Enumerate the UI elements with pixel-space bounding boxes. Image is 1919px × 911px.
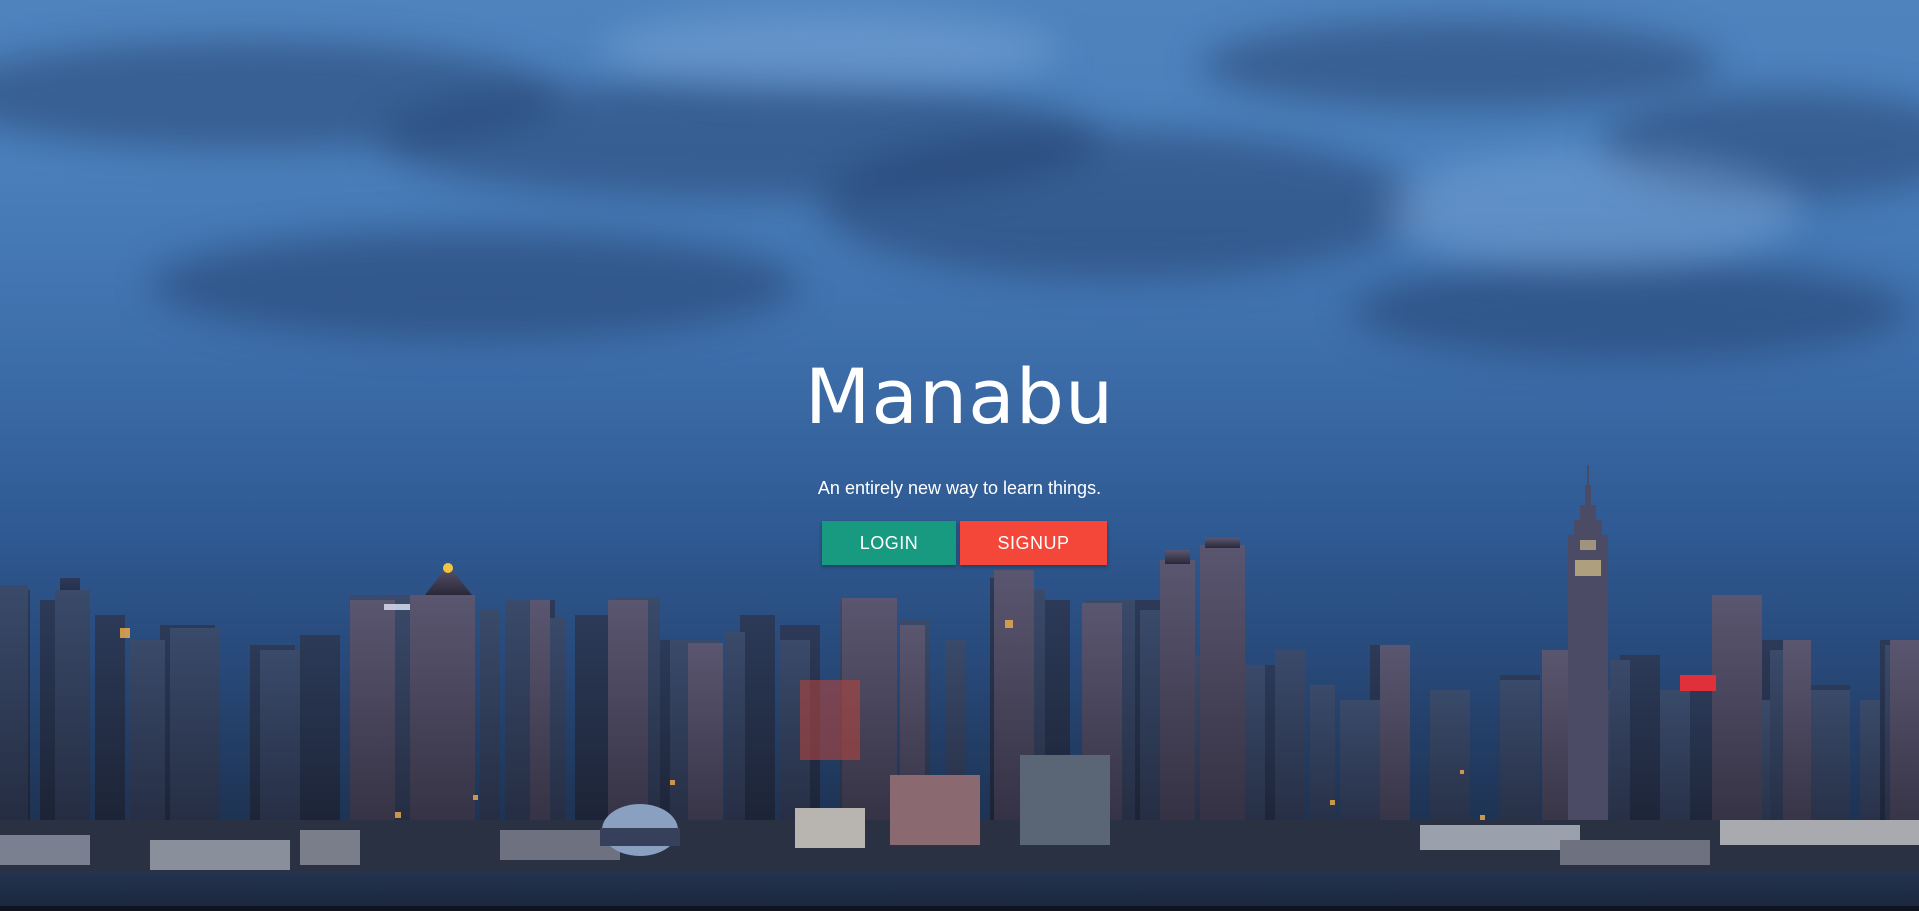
tagline: An entirely new way to learn things. xyxy=(817,478,1102,498)
login-button[interactable]: LOGIN xyxy=(822,521,956,565)
bottom-edge xyxy=(0,906,1919,911)
page-title: Manabu xyxy=(804,352,1115,441)
auth-buttons: LOGIN SIGNUP xyxy=(0,521,1919,565)
hero-section: Manabu An entirely new way to learn thin… xyxy=(0,0,1919,911)
river-water xyxy=(0,871,1919,911)
city-skyline xyxy=(0,465,1919,890)
signup-button[interactable]: SIGNUP xyxy=(960,521,1107,565)
